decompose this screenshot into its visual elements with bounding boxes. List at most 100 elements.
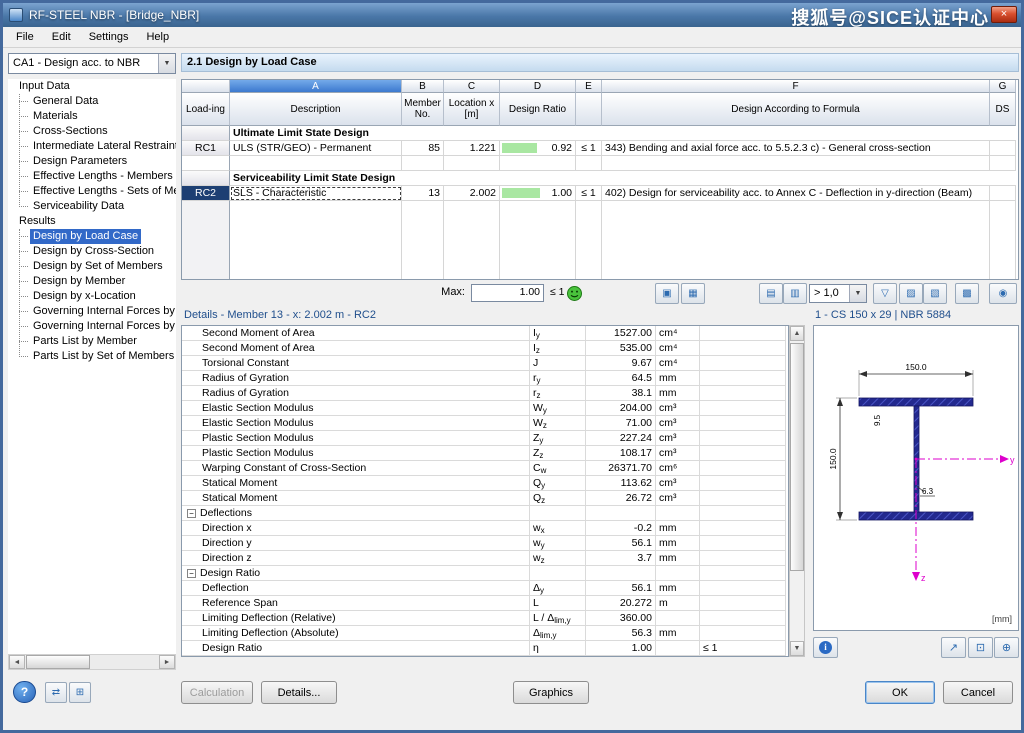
section-zoom-button[interactable]: ⊕ — [994, 637, 1019, 658]
menu-settings[interactable]: Settings — [80, 29, 138, 45]
column-letter-b[interactable]: B — [402, 80, 444, 93]
detail-group-design-ratio[interactable]: −Design Ratio — [182, 566, 530, 581]
tree-item-design-by-x-location[interactable]: Design by x-Location — [8, 289, 176, 304]
section-fit-view-button[interactable]: ⊡ — [968, 637, 993, 658]
details-vertical-scrollbar[interactable]: ▲ ▼ — [789, 325, 805, 657]
menu-edit[interactable]: Edit — [43, 29, 80, 45]
detail-label: Design Ratio — [182, 641, 530, 656]
parameters-button[interactable]: ▩ — [955, 283, 979, 304]
open-window-button[interactable]: ⊞ — [69, 682, 91, 703]
cell-member[interactable]: 13 — [402, 186, 444, 201]
cell-location[interactable]: 2.002 — [444, 186, 500, 201]
column-letter-f[interactable]: F — [602, 80, 990, 93]
detail-label: Radius of Gyration — [182, 386, 530, 401]
tree-item-input-data[interactable]: Input Data — [8, 79, 176, 94]
close-button[interactable]: × — [991, 6, 1017, 23]
ratio-filter-dropdown[interactable]: > 1,0 ▼ — [809, 284, 867, 303]
chevron-down-icon[interactable]: ▼ — [849, 285, 866, 302]
tree-item-intermediate-lateral-restraints[interactable]: Intermediate Lateral Restraints — [8, 139, 176, 154]
cell-limit[interactable]: ≤ 1 — [576, 141, 602, 156]
graphics-button[interactable]: Graphics — [513, 681, 589, 704]
scrollbar-thumb[interactable] — [790, 343, 804, 571]
help-button[interactable]: ? — [13, 681, 36, 703]
scroll-down-icon[interactable]: ▼ — [790, 641, 804, 656]
menu-help[interactable]: Help — [137, 29, 178, 45]
cell-member[interactable]: 85 — [402, 141, 444, 156]
filter-icon-button[interactable]: ▽ — [873, 283, 897, 304]
cross-section-panel: 150.0 150.0 9.5 6.3 y z — [813, 325, 1019, 631]
tree-item-design-by-member[interactable]: Design by Member — [8, 274, 176, 289]
tree-item-materials[interactable]: Materials — [8, 109, 176, 124]
tree-item-design-by-cross-section[interactable]: Design by Cross-Section — [8, 244, 176, 259]
tree-item-serviceability-data[interactable]: Serviceability Data — [8, 199, 176, 214]
detail-symbol: wx — [530, 521, 586, 536]
collapse-icon[interactable]: − — [187, 569, 196, 578]
tree-item-cross-sections[interactable]: Cross-Sections — [8, 124, 176, 139]
tree-item-design-by-set-of-members[interactable]: Design by Set of Members — [8, 259, 176, 274]
detail-group-deflections[interactable]: −Deflections — [182, 506, 530, 521]
tree-item-effective-lengths-members[interactable]: Effective Lengths - Members — [8, 169, 176, 184]
tree-horizontal-scrollbar[interactable]: ◄ ► — [8, 654, 176, 670]
detail-label: Limiting Deflection (Absolute) — [182, 626, 530, 641]
details-button[interactable]: Details... — [261, 681, 337, 704]
column-letter-e[interactable]: E — [576, 80, 602, 93]
row-head-rc2[interactable]: RC2 — [182, 186, 230, 201]
tree-item-results[interactable]: Results — [8, 214, 176, 229]
tree-item-governing-forces-sets[interactable]: Governing Internal Forces by S — [8, 319, 176, 334]
cell-design-ratio[interactable]: 1.00 — [500, 186, 576, 201]
cell-location[interactable]: 1.221 — [444, 141, 500, 156]
cell-formula[interactable]: 402) Design for serviceability acc. to A… — [602, 186, 990, 201]
cell-description-selected[interactable]: SLS - Characteristic — [230, 186, 402, 201]
result-diagrams-button[interactable]: ▦ — [681, 283, 705, 304]
detail-label: Warping Constant of Cross-Section — [182, 461, 530, 476]
color-scale-button[interactable]: ▨ — [899, 283, 923, 304]
cell-limit[interactable]: ≤ 1 — [576, 186, 602, 201]
tree-item-general-data[interactable]: General Data — [8, 94, 176, 109]
row-head-rc1[interactable]: RC1 — [182, 141, 230, 156]
tree-item-governing-forces-members[interactable]: Governing Internal Forces by M — [8, 304, 176, 319]
cancel-button[interactable]: Cancel — [943, 681, 1013, 704]
tree-item-parts-list-member[interactable]: Parts List by Member — [8, 334, 176, 349]
column-letter-a[interactable]: A — [230, 80, 402, 93]
collapse-icon[interactable]: − — [187, 509, 196, 518]
tree-item-effective-lengths-sets[interactable]: Effective Lengths - Sets of Mem — [8, 184, 176, 199]
cell-ds[interactable] — [990, 141, 1016, 156]
detail-unit: mm — [656, 626, 700, 641]
scrollbar-thumb[interactable] — [26, 655, 90, 669]
svg-text:9.5: 9.5 — [873, 414, 882, 426]
cell-formula[interactable]: 343) Bending and axial force acc. to 5.5… — [602, 141, 990, 156]
export-table-button[interactable]: ▤ — [759, 283, 783, 304]
table-settings-button[interactable]: ▥ — [783, 283, 807, 304]
section-info-button[interactable]: i — [813, 637, 838, 658]
tree-item-design-by-load-case[interactable]: Design by Load Case — [8, 229, 176, 244]
tree-item-parts-list-sets[interactable]: Parts List by Set of Members — [8, 349, 176, 364]
detail-value: 113.62 — [586, 476, 656, 491]
cell-design-ratio[interactable]: 0.92 — [500, 141, 576, 156]
ok-button[interactable]: OK — [865, 681, 935, 704]
detail-unit: mm — [656, 521, 700, 536]
scroll-right-icon[interactable]: ► — [159, 655, 175, 669]
header-formula: Design According to Formula — [602, 93, 990, 126]
visibility-eye-button[interactable]: ◉ — [989, 283, 1017, 304]
detail-value: 26371.70 — [586, 461, 656, 476]
column-letter-g[interactable]: G — [990, 80, 1016, 93]
chevron-down-icon[interactable]: ▼ — [158, 54, 175, 73]
column-letter-d[interactable]: D — [500, 80, 576, 93]
scroll-up-icon[interactable]: ▲ — [790, 326, 804, 341]
column-letter-c[interactable]: C — [444, 80, 500, 93]
print-button[interactable]: ▧ — [923, 283, 947, 304]
view-in-graphic-button[interactable]: ▣ — [655, 283, 679, 304]
tree-item-design-parameters[interactable]: Design Parameters — [8, 154, 176, 169]
results-footer: Max: 1.00 ≤ 1 ▣ ▦ ▤ ▥ > 1,0 ▼ ▽ ▨ ▧ ▩ ◉ — [181, 283, 1019, 305]
scroll-left-icon[interactable]: ◄ — [9, 655, 25, 669]
detail-symbol: Iz — [530, 341, 586, 356]
design-case-selector[interactable]: CA1 - Design acc. to NBR ▼ — [8, 53, 176, 74]
jump-to-graphic-button[interactable]: ⇄ — [45, 682, 67, 703]
detail-value: 56.1 — [586, 536, 656, 551]
cell-ds[interactable] — [990, 186, 1016, 201]
section-export-button[interactable]: ↗ — [941, 637, 966, 658]
ratio-bar — [502, 188, 540, 198]
cross-section-drawing: 150.0 150.0 9.5 6.3 y z — [814, 326, 1018, 630]
cell-description[interactable]: ULS (STR/GEO) - Permanent — [230, 141, 402, 156]
menu-file[interactable]: File — [7, 29, 43, 45]
